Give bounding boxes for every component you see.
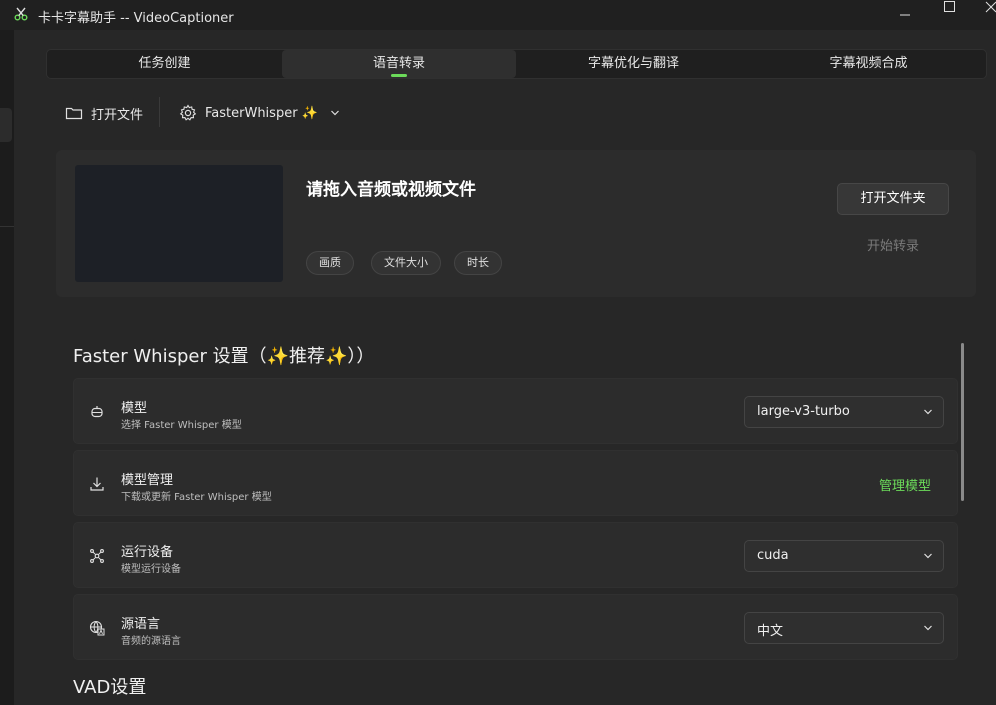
scissors-app-icon [14,7,28,21]
chevron-down-icon [924,553,932,559]
folder-icon [65,107,83,120]
tab-label: 字幕视频合成 [829,56,908,71]
setting-row-model-manage: 模型管理 下载或更新 Faster Whisper 模型 管理模型 [73,450,958,516]
tab-label: 字幕优化与翻译 [587,56,679,71]
vad-section-title: VAD设置 [73,677,147,698]
start-transcribe-button[interactable]: 开始转录 [837,231,949,263]
toolbar-divider [159,97,160,127]
minimize-button[interactable] [882,0,928,30]
open-file-button[interactable]: 打开文件 [65,101,143,125]
info-chip-duration: 时长 [454,251,502,275]
open-file-label: 打开文件 [91,107,144,123]
setting-description: 选择 Faster Whisper 模型 [121,420,242,431]
setting-description: 模型运行设备 [121,564,181,575]
tab-video-synthesis[interactable]: 字幕视频合成 [751,50,986,78]
chevron-down-icon [924,409,932,415]
maximize-button[interactable] [928,0,974,30]
info-chip-quality: 画质 [306,251,354,275]
download-icon [90,477,104,491]
info-chip-file-size: 文件大小 [371,251,441,275]
robot-icon [91,406,103,418]
setting-row-source-language: 源语言 音频的源语言 中文 [73,594,958,660]
window-title: 卡卡字幕助手 -- VideoCaptioner [38,11,234,26]
setting-title: 运行设备 [121,545,174,560]
language-icon [89,620,105,636]
sidebar-selected-item[interactable] [0,108,12,142]
chevron-down-icon [330,110,339,116]
tab-task-create[interactable]: 任务创建 [47,50,282,78]
tab-label: 任务创建 [138,56,191,71]
title-bar: 卡卡字幕助手 -- VideoCaptioner [0,0,996,30]
faster-whisper-section-title: Faster Whisper 设置（✨推荐✨）） [73,346,375,367]
minimize-icon [900,14,910,16]
setting-title: 模型 [121,401,148,416]
scrollbar-thumb[interactable] [961,343,964,501]
drop-hint-title: 请拖入音频或视频文件 [306,180,476,200]
transcribe-engine-dropdown[interactable]: FasterWhisper ✨ [179,101,340,125]
setting-title: 源语言 [121,617,161,632]
model-select[interactable]: large-v3-turbo [744,396,944,428]
close-icon [985,1,996,13]
active-tab-indicator [391,74,407,77]
model-select-value: large-v3-turbo [757,404,850,419]
source-language-value: 中文 [757,624,784,639]
manage-model-button[interactable]: 管理模型 [879,475,931,494]
device-select[interactable]: cuda [744,540,944,572]
close-button[interactable] [974,0,996,30]
engine-label: FasterWhisper ✨ [205,105,318,121]
source-language-select[interactable]: 中文 [744,612,944,644]
maximize-icon [944,1,955,12]
setting-row-device: 运行设备 模型运行设备 cuda [73,522,958,588]
setting-description: 音频的源语言 [121,636,181,647]
tab-label: 语音转录 [372,56,425,71]
setting-title: 模型管理 [121,473,174,488]
sidebar-divider [0,226,14,227]
device-select-value: cuda [757,548,789,563]
network-nodes-icon [90,549,104,563]
sidebar [0,30,14,705]
setting-description: 下载或更新 Faster Whisper 模型 [121,492,272,503]
tab-bar: 任务创建 语音转录 字幕优化与翻译 字幕视频合成 [46,49,987,79]
tab-transcription[interactable]: 语音转录 [282,50,516,78]
setting-row-model: 模型 选择 Faster Whisper 模型 large-v3-turbo [73,378,958,444]
open-folder-button[interactable]: 打开文件夹 [837,183,949,215]
gear-icon [179,104,197,121]
video-thumbnail [75,165,283,282]
tab-subtitle-optimize[interactable]: 字幕优化与翻译 [516,50,751,78]
chevron-down-icon [924,625,932,631]
